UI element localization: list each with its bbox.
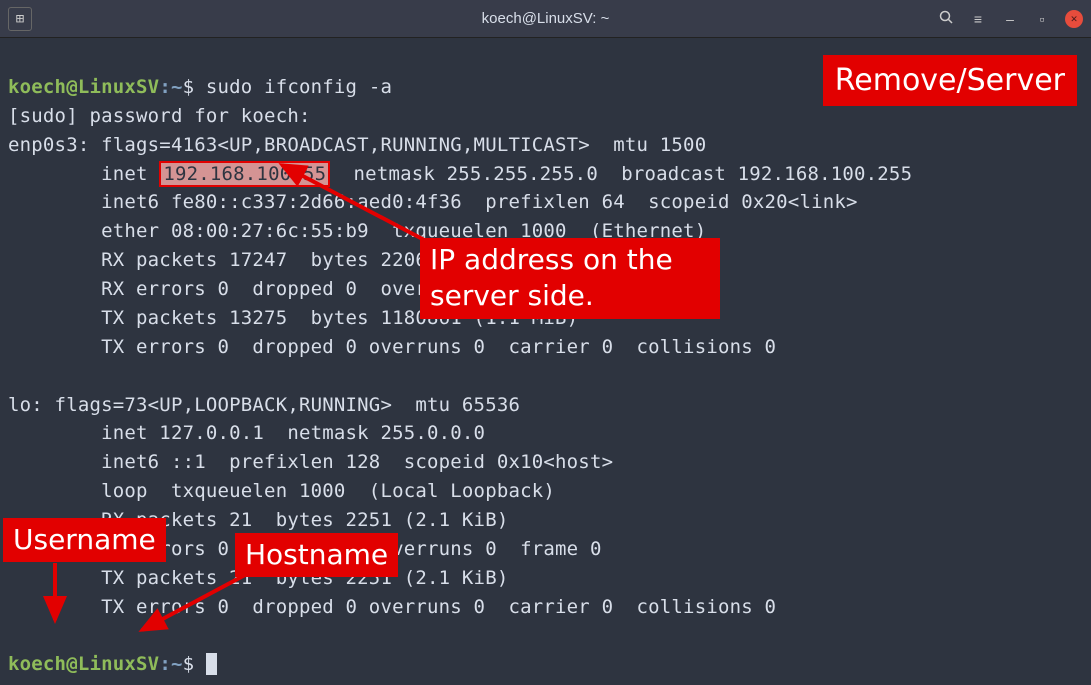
plus-icon: ⊞ [16,11,24,27]
output-line: inet [8,163,159,185]
output-line: TX errors 0 dropped 0 overruns 0 carrier… [8,336,776,358]
prompt-at-2: @ [66,653,78,675]
annotation-username: Username [3,518,166,562]
close-icon[interactable]: ✕ [1065,10,1083,28]
minimize-icon[interactable]: – [1001,11,1019,27]
prompt-dollar: $ [183,76,195,98]
search-icon[interactable] [937,10,955,28]
maximize-icon[interactable]: ▫ [1033,11,1051,27]
annotation-hostname: Hostname [235,533,398,577]
cursor [206,653,217,675]
prompt-host: LinuxSV [78,76,159,98]
prompt-at: @ [66,76,78,98]
new-tab-button[interactable]: ⊞ [8,7,32,31]
prompt-colon-2: : [159,653,171,675]
annotation-ip: IP address on the server side. [420,238,720,319]
output-line: inet 127.0.0.1 netmask 255.0.0.0 [8,422,485,444]
titlebar-right: ≡ – ▫ ✕ [937,10,1083,28]
output-line: inet6 fe80::c337:2d66:aed0:4f36 prefixle… [8,191,858,213]
terminal-body[interactable]: koech@LinuxSV:~$ sudo ifconfig -a [sudo]… [0,38,1091,685]
output-line: [sudo] password for koech: [8,105,311,127]
output-line: loop txqueuelen 1000 (Local Loopback) [8,480,555,502]
prompt-host-2: LinuxSV [78,653,159,675]
output-line: netmask 255.255.255.0 broadcast 192.168.… [330,163,912,185]
command-text: sudo ifconfig -a [206,76,392,98]
prompt-user: koech [8,76,66,98]
window-title: koech@LinuxSV: ~ [482,10,610,27]
output-line: lo: flags=73<UP,LOOPBACK,RUNNING> mtu 65… [8,394,520,416]
output-line: TX errors 0 dropped 0 overruns 0 carrier… [8,596,776,618]
menu-icon[interactable]: ≡ [969,11,987,27]
prompt-user-2: koech [8,653,66,675]
titlebar-left: ⊞ [8,7,32,31]
highlighted-ip: 192.168.100.55 [159,161,330,187]
prompt-path: ~ [171,76,183,98]
output-line: inet6 ::1 prefixlen 128 scopeid 0x10<hos… [8,451,613,473]
prompt-colon: : [159,76,171,98]
titlebar: ⊞ koech@LinuxSV: ~ ≡ – ▫ ✕ [0,0,1091,38]
prompt-path-2: ~ [171,653,183,675]
prompt-dollar-2: $ [183,653,195,675]
output-line: enp0s3: flags=4163<UP,BROADCAST,RUNNING,… [8,134,706,156]
annotation-remove-server: Remove/Server [823,55,1077,106]
